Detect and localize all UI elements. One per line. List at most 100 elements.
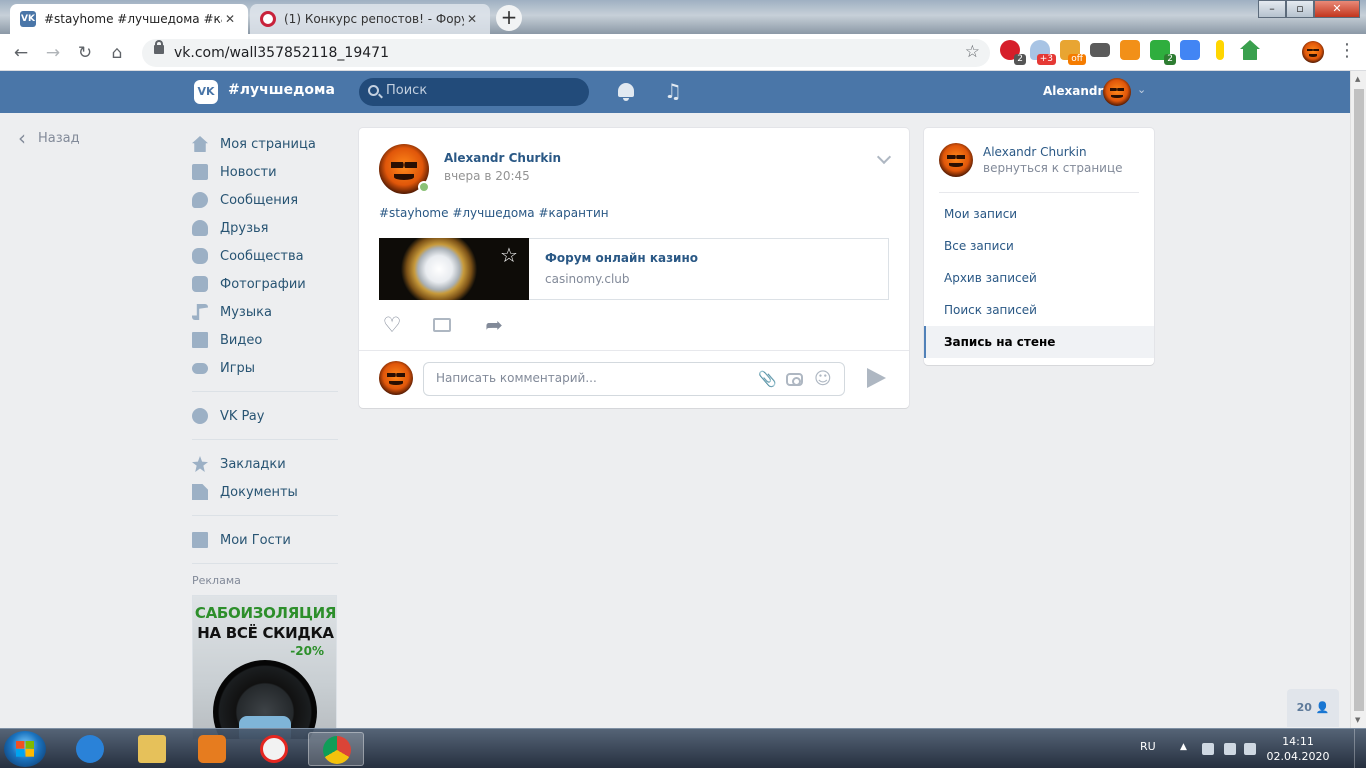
- search-input[interactable]: [386, 83, 576, 98]
- vk-search[interactable]: [359, 78, 589, 106]
- side-item-all-posts[interactable]: Все записи: [924, 230, 1154, 262]
- system-clock[interactable]: 14:11 02.04.2020: [1262, 734, 1334, 764]
- paperclip-icon[interactable]: 📎: [758, 371, 777, 388]
- ad-line-2: НА ВСЁ СКИДКА: [197, 624, 334, 642]
- taskbar-yandex[interactable]: [246, 732, 302, 766]
- hashtag-link[interactable]: #карантин: [538, 206, 608, 220]
- shop-icon[interactable]: [1120, 40, 1140, 60]
- language-indicator[interactable]: RU: [1140, 740, 1156, 753]
- taskbar-chrome[interactable]: [308, 732, 364, 766]
- side-item-archive[interactable]: Архив записей: [924, 262, 1154, 294]
- menu-item-photos[interactable]: Фотографии: [192, 270, 338, 298]
- comment-input[interactable]: [436, 371, 736, 385]
- page-scrollbar[interactable]: ▲ ▼: [1350, 71, 1366, 728]
- back-to-page-link[interactable]: вернуться к странице: [983, 161, 1123, 175]
- new-tab-button[interactable]: +: [496, 5, 522, 31]
- show-hidden-icons-icon[interactable]: ▲: [1180, 742, 1192, 754]
- menu-item-friends[interactable]: Друзья: [192, 214, 338, 242]
- menu-item-bookmarks[interactable]: Закладки: [192, 450, 338, 478]
- vk-brand-text[interactable]: #лучшедома: [228, 82, 335, 98]
- like-heart-icon[interactable]: ♡: [379, 314, 405, 338]
- window-close-button[interactable]: ✕: [1314, 0, 1360, 18]
- friends-online-counter[interactable]: 20 👤: [1287, 689, 1339, 727]
- taskbar-explorer[interactable]: [124, 732, 180, 766]
- menu-item-my-page[interactable]: Моя страница: [192, 130, 338, 158]
- hashtag-link[interactable]: #лучшедома: [452, 206, 534, 220]
- comment-box[interactable]: 📎 ☺: [423, 362, 845, 396]
- owner-avatar[interactable]: [939, 143, 973, 177]
- menu-item-music[interactable]: Музыка: [192, 298, 338, 326]
- flag-icon[interactable]: [1202, 743, 1214, 755]
- scroll-thumb[interactable]: [1354, 89, 1364, 711]
- hashtag-link[interactable]: #stayhome: [379, 206, 449, 220]
- maximize-button[interactable]: ▫: [1286, 0, 1314, 18]
- back-arrow-icon[interactable]: ←: [10, 42, 32, 64]
- mail-icon[interactable]: [1090, 43, 1110, 57]
- snippet-title[interactable]: Форум онлайн казино: [545, 251, 698, 265]
- header-user-name[interactable]: Alexandr: [1043, 84, 1103, 98]
- vk-logo-icon[interactable]: VK: [194, 80, 218, 104]
- tab-close-icon[interactable]: ✕: [464, 12, 480, 26]
- taskbar-media-player[interactable]: [184, 732, 240, 766]
- camera-icon[interactable]: [786, 373, 803, 386]
- browser-menu-icon[interactable]: ⋮: [1338, 40, 1356, 61]
- snippet-bookmark-star-icon[interactable]: ☆: [500, 243, 518, 267]
- side-item-my-posts[interactable]: Мои записи: [924, 198, 1154, 230]
- groups-icon: [192, 248, 208, 264]
- tab-contest[interactable]: (1) Конкурс репостов! - Форум о ✕: [250, 4, 490, 34]
- bookmark-star-icon[interactable]: ☆: [965, 42, 980, 62]
- weather-icon[interactable]: +3: [1030, 40, 1056, 65]
- forward-arrow-icon[interactable]: →: [42, 42, 64, 64]
- person-icon: 👤: [1315, 701, 1330, 714]
- side-item-search-posts[interactable]: Поиск записей: [924, 294, 1154, 326]
- chevron-down-icon[interactable]: ⌄: [1137, 83, 1146, 96]
- windows-start-button[interactable]: [4, 731, 46, 767]
- send-arrow-icon[interactable]: [867, 368, 886, 388]
- translate-icon[interactable]: [1180, 40, 1200, 60]
- header-avatar[interactable]: [1103, 78, 1131, 106]
- home-ext-icon[interactable]: [1240, 40, 1260, 60]
- owner-name[interactable]: Alexandr Churkin: [983, 145, 1087, 159]
- lightning-icon[interactable]: [1216, 40, 1224, 60]
- address-bar[interactable]: vk.com/wall357852118_19471 ☆: [142, 39, 990, 67]
- menu-item-messages[interactable]: Сообщения: [192, 186, 338, 214]
- music-note-icon[interactable]: ♫: [664, 79, 682, 103]
- side-item-wall-post[interactable]: Запись на стене: [924, 326, 1154, 358]
- back-link[interactable]: ‹ Назад: [18, 128, 80, 148]
- scroll-down-arrow-icon[interactable]: ▼: [1355, 716, 1360, 724]
- menu-item-news[interactable]: Новости: [192, 158, 338, 186]
- show-desktop-button[interactable]: [1354, 729, 1366, 768]
- volume-icon[interactable]: [1244, 743, 1256, 755]
- menu-item-video[interactable]: Видео: [192, 326, 338, 354]
- sale-icon[interactable]: off: [1060, 40, 1086, 65]
- check-icon[interactable]: 2: [1150, 40, 1176, 65]
- opera-icon[interactable]: 2: [1000, 40, 1026, 65]
- post-author-name[interactable]: Alexandr Churkin: [444, 151, 561, 165]
- share-arrow-icon[interactable]: ➦: [481, 314, 507, 338]
- home-button-icon[interactable]: ⌂: [106, 42, 128, 64]
- link-snippet[interactable]: ☆ Форум онлайн казино casinomy.club: [379, 238, 889, 300]
- menu-divider: [192, 391, 338, 392]
- menu-item-my-guests[interactable]: Мои Гости: [192, 526, 338, 554]
- scroll-up-arrow-icon[interactable]: ▲: [1355, 75, 1360, 83]
- emoji-smile-icon[interactable]: ☺: [814, 371, 832, 388]
- menu-item-games[interactable]: Игры: [192, 354, 338, 382]
- ad-banner[interactable]: САБОИЗОЛЯЦИЯ НА ВСЁ СКИДКА -20%: [192, 595, 337, 740]
- network-icon[interactable]: [1224, 743, 1236, 755]
- comment-bubble-icon[interactable]: [430, 314, 456, 338]
- notifications-bell-icon[interactable]: [618, 83, 634, 101]
- lock-icon: [154, 40, 164, 54]
- menu-item-groups[interactable]: Сообщества: [192, 242, 338, 270]
- browser-profile-avatar[interactable]: [1302, 41, 1324, 63]
- menu-item-documents[interactable]: Документы: [192, 478, 338, 506]
- reload-icon[interactable]: ↻: [74, 42, 96, 64]
- taskbar-ie[interactable]: [62, 732, 118, 766]
- menu-item-vk-pay[interactable]: VK Pay: [192, 402, 338, 430]
- tab-close-icon[interactable]: ✕: [222, 12, 238, 26]
- post-options-chevron-icon[interactable]: [876, 149, 892, 165]
- minimize-button[interactable]: –: [1258, 0, 1286, 18]
- tab-vk-post[interactable]: VK #stayhome #лучшедома #каран ✕: [10, 4, 248, 34]
- url-text[interactable]: vk.com/wall357852118_19471: [174, 45, 389, 61]
- video-icon: [192, 332, 208, 348]
- post-time[interactable]: вчера в 20:45: [444, 169, 530, 183]
